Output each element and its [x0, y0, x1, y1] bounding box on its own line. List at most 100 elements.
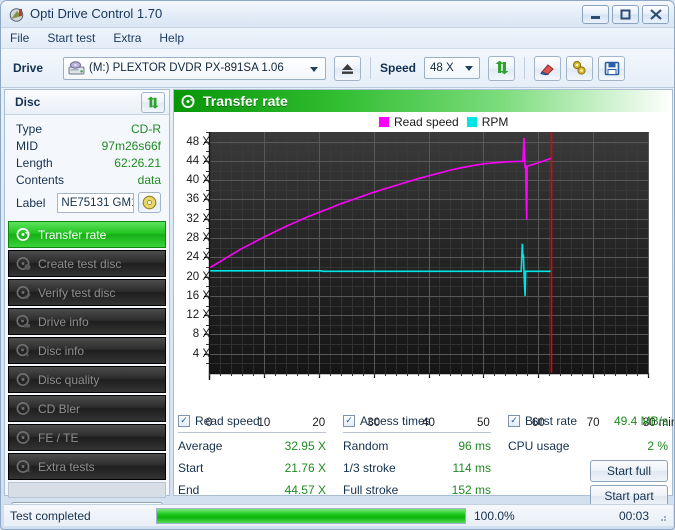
- sidebar-item-label: Disc info: [38, 343, 85, 358]
- menu-item-help[interactable]: Help: [159, 31, 184, 45]
- sidebar-item-extra-tests[interactable]: Extra tests: [8, 453, 166, 480]
- chart-panel-title: Transfer rate: [203, 93, 288, 109]
- chart-canvas: [204, 132, 650, 380]
- read-speed-average-key: Average: [178, 439, 223, 453]
- read-speed-end-value: 44.57 X: [284, 483, 326, 497]
- speed-value: 48 X: [430, 62, 454, 74]
- read-speed-end-key: End: [178, 483, 200, 497]
- drive-info-icon: [15, 313, 32, 330]
- resize-grip[interactable]: [656, 511, 668, 523]
- disc-mid-key: MID: [16, 139, 38, 153]
- chart-legend: Read speed RPM: [379, 115, 508, 129]
- sidebar-item-transfer-rate[interactable]: Transfer rate: [8, 221, 166, 248]
- sidebar-item-label: FE / TE: [38, 430, 79, 445]
- read-speed-start-key: Start: [178, 461, 204, 475]
- speed-select[interactable]: 48 X: [424, 57, 481, 79]
- extra-tests-icon: [15, 458, 32, 475]
- save-button[interactable]: [598, 55, 626, 81]
- read-speed-checkbox[interactable]: ✓: [178, 414, 190, 427]
- access-times-title: Access times: [360, 413, 431, 428]
- disc-panel-title: Disc: [15, 95, 41, 109]
- stat-row: Full stroke 152 ms: [343, 479, 491, 501]
- legend-label-rpm: RPM: [481, 115, 509, 129]
- access-random-value: 96 ms: [458, 439, 491, 453]
- read-speed-average-value: 32.95 X: [284, 439, 326, 453]
- disc-write-icon: [15, 255, 32, 272]
- refresh-button[interactable]: [488, 55, 516, 81]
- menu-bar: File Start test Extra Help: [1, 28, 674, 49]
- sidebar-item-drive-info[interactable]: Drive info: [8, 308, 166, 335]
- disc-info-row: Type CD-R: [16, 121, 161, 138]
- disc-app-icon: [9, 7, 25, 23]
- disc-quality-icon: [15, 371, 32, 388]
- cpu-usage-value: 2 %: [647, 439, 668, 453]
- disc-type-value: CD-R: [131, 122, 161, 136]
- cd-bler-icon: [15, 400, 32, 417]
- sidebar-item-label: Verify test disc: [38, 285, 116, 300]
- burst-rate-value: 49.4 MB/s: [613, 413, 668, 428]
- sidebar-item-label: Transfer rate: [38, 227, 107, 242]
- drive-icon: [68, 60, 85, 76]
- disc-info-row: Contents data: [16, 172, 161, 189]
- sidebar-item-disc-quality[interactable]: Disc quality: [8, 366, 166, 393]
- access-third-stroke-value: 114 ms: [452, 461, 491, 475]
- menu-item-start-test[interactable]: Start test: [47, 31, 95, 45]
- access-times-stats: ✓ Access times Random 96 ms 1/3 stroke 1…: [343, 412, 491, 501]
- read-speed-header: ✓ Read speed: [178, 412, 326, 429]
- access-third-stroke-key: 1/3 stroke: [343, 461, 396, 475]
- stat-row: 1/3 stroke 114 ms: [343, 457, 491, 479]
- disc-info-row: MID 97m26s66f: [16, 138, 161, 155]
- start-full-button[interactable]: Start full: [590, 460, 668, 482]
- drive-toolbar: Drive (M:) PLEXTOR DVDR PX-891SA 1.06 Sp…: [1, 49, 674, 88]
- legend-swatch-rpm: [466, 117, 477, 127]
- title-bar: Opti Drive Control 1.70: [1, 1, 674, 28]
- stat-row: Average 32.95 X: [178, 435, 326, 457]
- sidebar-item-verify-test-disc[interactable]: Verify test disc: [8, 279, 166, 306]
- chevron-down-icon: [465, 66, 474, 71]
- erase-button[interactable]: [534, 55, 562, 81]
- burst-rate-stats: ✓ Burst rate 49.4 MB/s CPU usage 2 % Sta…: [508, 412, 668, 507]
- maximize-button[interactable]: [612, 5, 639, 24]
- eject-button[interactable]: [334, 55, 361, 81]
- toolbar-separator-2: [524, 57, 526, 79]
- sidebar-item-label: Create test disc: [38, 256, 122, 271]
- access-full-stroke-key: Full stroke: [343, 483, 399, 497]
- sidebar-item-label: Drive info: [38, 314, 89, 329]
- disc-speed-icon: [15, 226, 32, 243]
- disc-type-key: Type: [16, 122, 43, 136]
- disc-contents-value: data: [137, 173, 161, 187]
- app-window: Opti Drive Control 1.70 File Start test …: [0, 0, 675, 530]
- disc-label-input[interactable]: NE75131 GM1: [57, 192, 135, 213]
- burst-rate-checkbox[interactable]: ✓: [508, 414, 520, 427]
- disc-label-key: Label: [16, 195, 46, 210]
- disc-info-icon: [15, 342, 32, 359]
- disc-verify-icon: [15, 284, 32, 301]
- access-full-stroke-value: 152 ms: [451, 483, 491, 497]
- access-times-header: ✓ Access times: [343, 412, 491, 429]
- drive-label: Drive: [13, 61, 44, 75]
- tools-button[interactable]: [566, 55, 594, 81]
- access-times-checkbox[interactable]: ✓: [343, 414, 355, 427]
- progress-percent: 100.0%: [474, 508, 515, 523]
- sidebar-item-cd-bler[interactable]: CD Bler: [8, 395, 166, 422]
- legend-swatch-read-speed: [379, 117, 389, 127]
- disc-refresh-button[interactable]: [141, 92, 165, 113]
- disc-length-key: Length: [16, 156, 53, 170]
- legend-label-read-speed: Read speed: [394, 115, 459, 129]
- read-speed-stats: ✓ Read speed Average 32.95 X Start 21.76…: [178, 412, 326, 501]
- close-button[interactable]: [642, 5, 669, 24]
- menu-item-file[interactable]: File: [10, 31, 29, 45]
- sidebar-item-label: Extra tests: [38, 459, 95, 474]
- disc-label-row: Label NE75131 GM1: [16, 192, 161, 213]
- disc-label-button[interactable]: [138, 192, 161, 213]
- minimize-button[interactable]: [582, 5, 609, 24]
- disc-length-value: 62:26.21: [114, 156, 161, 170]
- sidebar-item-disc-info[interactable]: Disc info: [8, 337, 166, 364]
- drive-select[interactable]: (M:) PLEXTOR DVDR PX-891SA 1.06: [63, 56, 326, 80]
- status-bar: Test completed 100.0% 00:03: [4, 504, 673, 526]
- sidebar-item-fe-te[interactable]: FE / TE: [8, 424, 166, 451]
- sidebar-item-create-test-disc[interactable]: Create test disc: [8, 250, 166, 277]
- disc-speed-icon: [181, 94, 196, 109]
- disc-panel-header: Disc: [5, 90, 169, 115]
- menu-item-extra[interactable]: Extra: [113, 31, 141, 45]
